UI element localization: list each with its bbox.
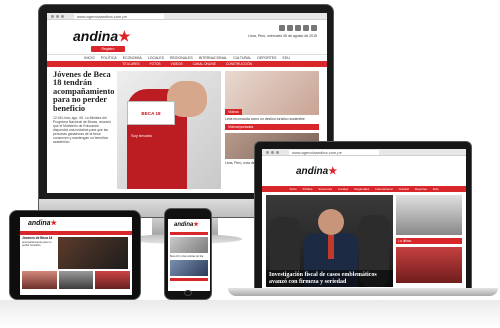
main-article: Jóvenes de Beca 18 tendrán acompañamient… — [53, 70, 114, 189]
laptop-site-header: andina★ — [262, 156, 466, 186]
nav-item[interactable]: Cultural — [399, 186, 409, 192]
nav-item[interactable]: INICIO — [84, 55, 95, 61]
laptop-sidebar: Lo último — [396, 195, 462, 287]
social-icons — [279, 25, 317, 31]
twitter-icon[interactable] — [287, 25, 293, 31]
photo-caption: Soy becario — [131, 133, 153, 138]
home-button[interactable] — [184, 290, 192, 296]
site-logo[interactable]: andina★ — [296, 166, 337, 177]
nav-item[interactable]: Edu — [433, 186, 438, 192]
laptop-content: Investigación fiscal de casos emblemátic… — [262, 192, 466, 288]
phone-photo[interactable] — [170, 260, 208, 276]
tablet: andina★ Jóvenes de Beca 18 acompañamient… — [9, 210, 141, 300]
photo-tie — [328, 235, 334, 259]
video-label: Videos — [225, 109, 242, 115]
browser-toolbar: www.agenciaandina.com.pe — [47, 13, 327, 20]
nav-item[interactable]: Inicio — [290, 186, 297, 192]
nav-item[interactable]: POLÍTICA — [101, 55, 117, 61]
phone-header: andina★ — [168, 219, 210, 231]
subnav-item[interactable]: CONSTRUCCIÓN — [226, 61, 252, 67]
nav-item[interactable]: Deportes — [415, 186, 427, 192]
side-thumbnail[interactable] — [396, 247, 462, 283]
tablet-thumbnail[interactable] — [95, 271, 131, 289]
phone-nav[interactable] — [170, 232, 208, 235]
laptop-screen: www.agenciaandina.com.pe andina★ Inicio … — [262, 149, 466, 288]
laptop-base — [228, 288, 498, 296]
register-button[interactable]: Registro — [91, 46, 125, 52]
side-section-label[interactable]: Lo último — [396, 238, 462, 244]
tablet-thumb-row — [20, 271, 132, 289]
site-logo[interactable]: andina★ — [28, 219, 57, 227]
article-lead: 12:45 Lima, ago. 06. La Ministra del Pro… — [53, 116, 111, 145]
tablet-lead-photo[interactable] — [58, 237, 128, 269]
nav-item[interactable]: DEPORTES — [257, 55, 276, 61]
laptop-browser-toolbar: www.agenciaandina.com.pe — [262, 149, 466, 156]
nav-item[interactable]: Locales — [338, 186, 348, 192]
nav-item[interactable]: Regionales — [354, 186, 369, 192]
address-bar[interactable]: www.agenciaandina.com.pe — [74, 13, 164, 19]
tablet-screen: andina★ Jóvenes de Beca 18 acompañamient… — [20, 217, 132, 295]
article-headline[interactable]: Jóvenes de Beca 18 tendrán acompañamient… — [53, 70, 114, 113]
tablet-article[interactable]: Jóvenes de Beca 18 acompañamiento para n… — [22, 236, 56, 269]
site-logo[interactable]: andina★ — [73, 28, 131, 45]
tablet-header: andina★ — [20, 217, 132, 231]
nav-item[interactable]: Economía — [318, 186, 332, 192]
window-close-dot[interactable] — [51, 14, 54, 18]
subnav-item[interactable]: VIDEOS — [171, 61, 183, 67]
window-minimize-dot[interactable] — [271, 150, 274, 154]
mail-icon[interactable] — [311, 25, 317, 31]
phone-photo[interactable] — [170, 237, 208, 253]
video-thumbnail[interactable]: Videos — [225, 71, 319, 115]
floor-reflection — [0, 300, 500, 328]
article-photo[interactable]: BECA 18 Soy becario — [117, 71, 221, 189]
tablet-thumbnail[interactable] — [22, 271, 57, 289]
video-caption[interactable]: Lima reconocida como un destino turístic… — [225, 117, 319, 121]
logo-star-icon: ★ — [328, 166, 338, 177]
subnav-item[interactable]: FOTOS — [150, 61, 161, 67]
site-header: andina★ Registro Lima, Perú, miércoles 0… — [47, 20, 327, 54]
laptop-address-bar[interactable]: www.agenciaandina.com.pe — [289, 149, 379, 155]
laptop: www.agenciaandina.com.pe andina★ Inicio … — [254, 141, 472, 289]
facebook-icon[interactable] — [279, 25, 285, 31]
photo-face — [318, 209, 344, 235]
tablet-text: acompañamiento para no perder beneficio — [22, 240, 52, 247]
subnav-item[interactable]: CANAL ONLINE — [193, 61, 216, 67]
logo-star-icon: ★ — [193, 222, 199, 228]
beca-badge: BECA 18 — [127, 101, 175, 125]
main-nav: INICIO POLÍTICA ECONOMÍA LOCALES REGIONA… — [47, 54, 327, 61]
lead-headline[interactable]: Investigación fiscal de casos emblemátic… — [266, 270, 394, 287]
window-minimize-dot[interactable] — [56, 14, 59, 18]
site-logo[interactable]: andina★ — [174, 221, 199, 228]
nav-item[interactable]: Política — [303, 186, 313, 192]
smartphone: andina★ Beca 18 y otras noticias del día — [164, 208, 212, 300]
device-showcase: www.agenciaandina.com.pe andina★ Registr… — [0, 0, 500, 328]
header-date: Lima, Perú, miércoles 06 de agosto de 20… — [248, 34, 317, 38]
phone-bar — [170, 278, 208, 281]
youtube-icon[interactable] — [295, 25, 301, 31]
tablet-content: Jóvenes de Beca 18 acompañamiento para n… — [20, 235, 132, 271]
rss-icon[interactable] — [303, 25, 309, 31]
window-zoom-dot[interactable] — [61, 14, 64, 18]
phone-text[interactable]: Beca 18 y otras noticias del día — [170, 255, 208, 258]
logo-star-icon: ★ — [50, 220, 57, 227]
logo-star-icon: ★ — [118, 28, 131, 44]
nav-item[interactable]: EDU — [283, 55, 290, 61]
phone-screen: andina★ Beca 18 y otras noticias del día — [168, 219, 210, 291]
nav-item[interactable]: Internacional — [375, 186, 392, 192]
side-thumbnail[interactable] — [396, 195, 462, 235]
tablet-thumbnail[interactable] — [58, 271, 94, 289]
subnav-item[interactable]: TITULARES — [122, 61, 140, 67]
lead-photo[interactable]: Investigación fiscal de casos emblemátic… — [266, 195, 394, 287]
window-zoom-dot[interactable] — [276, 150, 279, 154]
laptop-nav: Inicio Política Economía Locales Regiona… — [262, 186, 466, 192]
window-close-dot[interactable] — [266, 150, 269, 154]
section-bar[interactable]: Videos/portadas — [225, 124, 319, 130]
